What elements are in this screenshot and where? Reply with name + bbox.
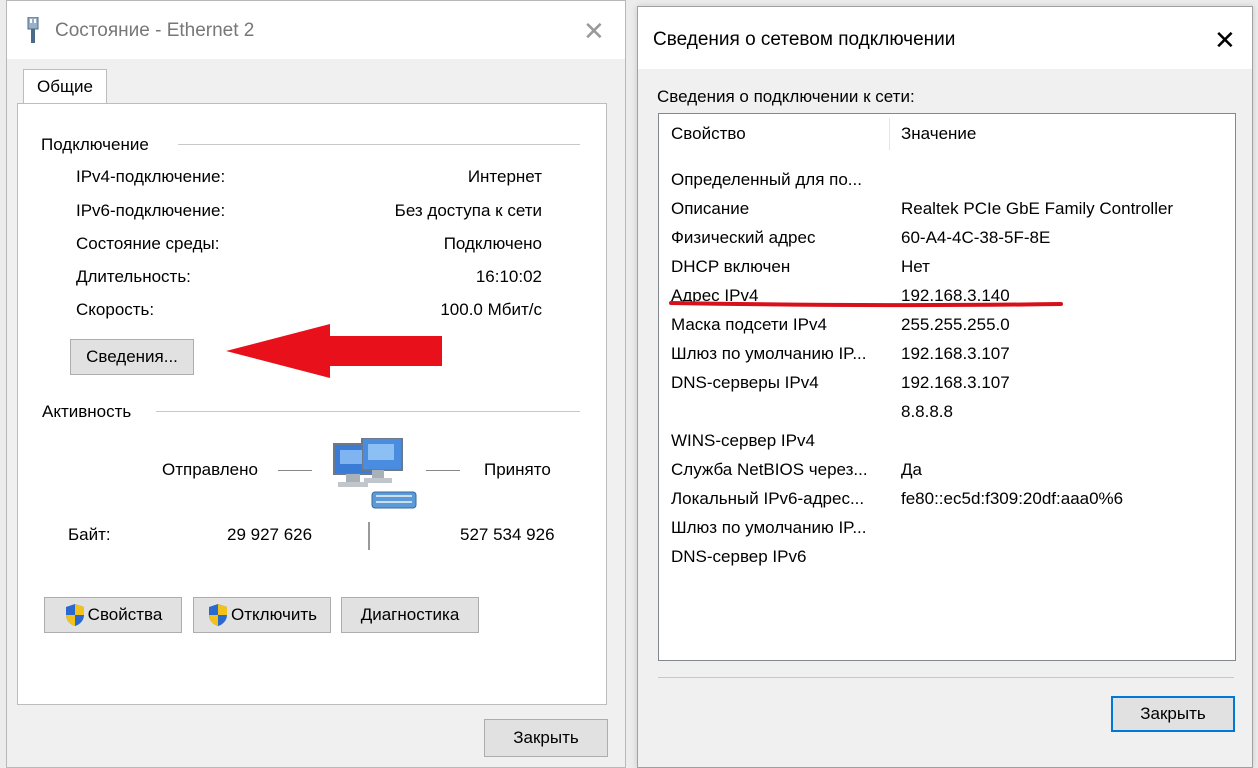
list-item[interactable]: Физический адрес 60-A4-4C-38-5F-8E [659, 223, 1235, 252]
list-item[interactable]: Определенный для по... [659, 165, 1235, 194]
close-icon[interactable]: ✕ [583, 18, 605, 44]
list-item[interactable]: Шлюз по умолчанию IP... [659, 513, 1235, 542]
bytes-sent-value: 29 927 626 [227, 525, 313, 544]
disable-button[interactable]: Отключить [193, 597, 331, 633]
ipv6-label: IPv6-подключение: [76, 201, 226, 220]
list-item[interactable]: DHCP включен Нет [659, 252, 1235, 281]
column-separator[interactable] [889, 118, 890, 150]
close-button[interactable]: Закрыть [484, 719, 608, 757]
list-item[interactable]: Шлюз по умолчанию IP... 192.168.3.107 [659, 339, 1235, 368]
list-item[interactable]: Описание Realtek PCIe GbE Family Controll… [659, 194, 1235, 223]
network-details-window: Сведения о сетевом подключении ✕ Сведени… [637, 6, 1253, 768]
duration-label: Длительность: [76, 267, 191, 286]
list-item[interactable]: DNS-сервер IPv6 [659, 542, 1235, 571]
ipv4-label: IPv4-подключение: [76, 167, 226, 186]
received-label: Принято [484, 460, 551, 479]
list-item[interactable]: Служба NetBIOS через... Да [659, 455, 1235, 484]
divider [658, 677, 1234, 678]
details-subtitle: Сведения о подключении к сети: [657, 87, 915, 106]
divider [156, 411, 580, 412]
list-item[interactable]: Локальный IPv6-адрес... fe80::ec5d:f309:2… [659, 484, 1235, 513]
tab-general[interactable]: Общие [23, 69, 107, 105]
close-button[interactable]: Закрыть [1111, 696, 1235, 732]
column-header-property[interactable]: Свойство [671, 114, 746, 154]
diagnostics-button[interactable]: Диагностика [341, 597, 479, 633]
activity-group-heading: Активность [42, 402, 132, 421]
bytes-received-value: 527 534 926 [460, 525, 555, 544]
list-header: Свойство Значение [659, 114, 1235, 154]
ipv4-value: Интернет [467, 167, 542, 186]
bytes-divider [368, 522, 370, 550]
details-listview[interactable]: Свойство Значение Определенный для по...… [658, 113, 1236, 661]
connection-group-heading: Подключение [41, 135, 149, 154]
red-arrow-annotation [226, 324, 442, 378]
uac-shield-icon [65, 604, 84, 626]
red-underline-annotation [669, 301, 1063, 308]
column-header-value[interactable]: Значение [901, 114, 976, 154]
list-item[interactable]: WINS-сервер IPv4 [659, 426, 1235, 455]
network-computers-icon [332, 437, 422, 521]
status-window: Состояние - Ethernet 2 ✕ Общие Подключен… [6, 0, 626, 768]
list-item[interactable]: DNS-серверы IPv4 192.168.3.107 [659, 368, 1235, 397]
sent-label: Отправлено [162, 460, 258, 479]
received-line [426, 470, 460, 471]
properties-button[interactable]: Свойства [44, 597, 182, 633]
media-state-label: Состояние среды: [76, 234, 220, 253]
list-item[interactable]: Маска подсети IPv4 255.255.255.0 [659, 310, 1235, 339]
disable-button-label: Отключить [231, 605, 317, 624]
close-icon[interactable]: ✕ [1214, 27, 1236, 53]
status-window-titlebar: Состояние - Ethernet 2 ✕ [7, 1, 625, 59]
details-window-titlebar: Сведения о сетевом подключении ✕ [638, 7, 1252, 69]
uac-shield-icon [209, 604, 228, 626]
media-state-value: Подключено [443, 234, 542, 253]
ipv6-value: Без доступа к сети [394, 201, 542, 220]
speed-label: Скорость: [76, 300, 155, 319]
list-item[interactable]: 8.8.8.8 [659, 397, 1235, 426]
bytes-label: Байт: [68, 525, 111, 544]
ethernet-plug-icon [25, 16, 41, 48]
sent-line [278, 470, 312, 471]
general-panel: Подключение IPv4-подключение: Интернет I… [17, 103, 607, 705]
status-window-title: Состояние - Ethernet 2 [55, 20, 255, 41]
speed-value: 100.0 Мбит/с [440, 300, 542, 319]
divider [178, 144, 580, 145]
details-button[interactable]: Сведения... [70, 339, 194, 375]
details-window-title: Сведения о сетевом подключении [653, 29, 956, 50]
properties-button-label: Свойства [87, 605, 163, 624]
duration-value: 16:10:02 [475, 267, 542, 286]
